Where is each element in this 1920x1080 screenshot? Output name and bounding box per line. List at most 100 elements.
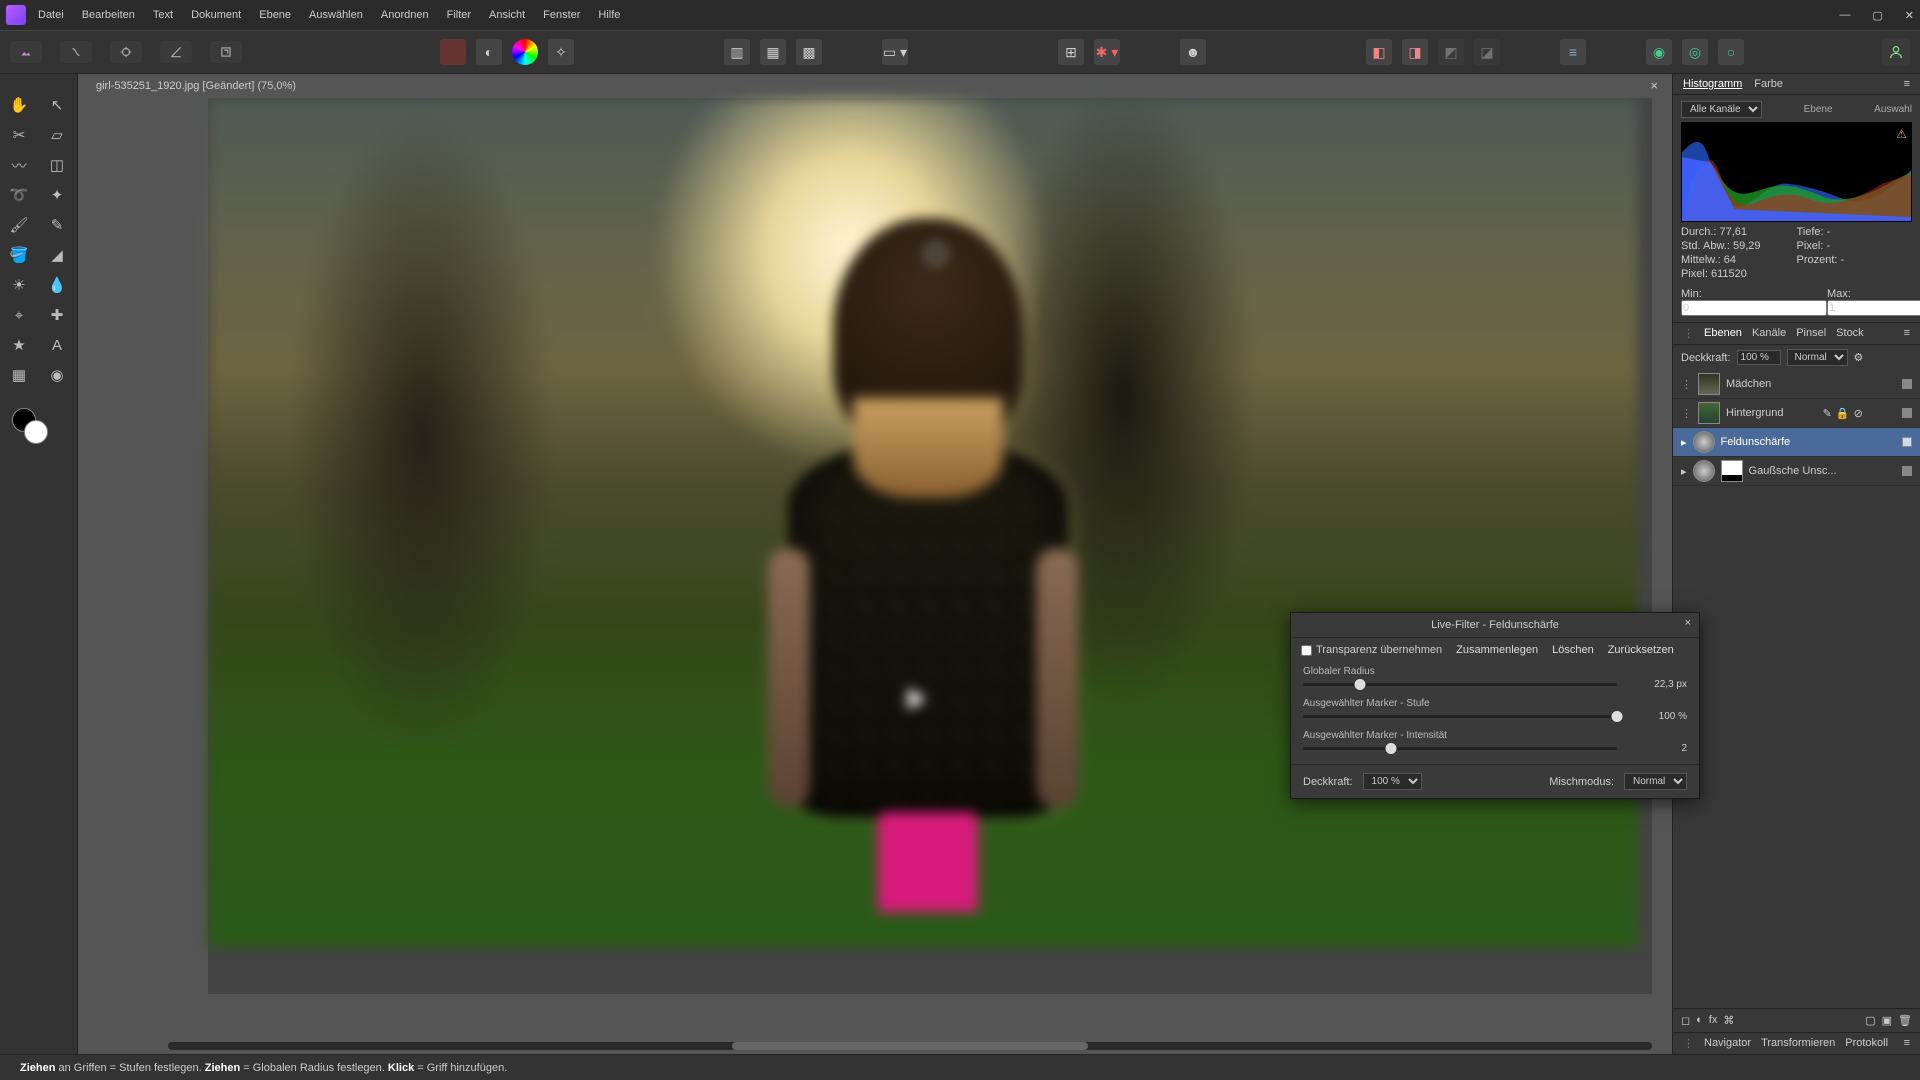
tab-stock[interactable]: Stock (1836, 327, 1864, 340)
insert-inside-icon[interactable]: ◎ (1682, 39, 1708, 65)
histo-min-input[interactable] (1681, 300, 1827, 316)
tab-transformieren[interactable]: Transformieren (1761, 1037, 1835, 1050)
arrange-icon[interactable]: ⊞ (1058, 39, 1084, 65)
add-layer-icon[interactable]: ▢ (1865, 1014, 1875, 1027)
delete-button[interactable]: Löschen (1552, 644, 1594, 656)
align-grid-icon[interactable]: ▩ (796, 39, 822, 65)
delete-layer-icon[interactable]: 🗑 (1898, 1014, 1912, 1027)
insert-target-icon[interactable]: ◉ (1646, 39, 1672, 65)
fx-icon[interactable]: fx (1709, 1014, 1718, 1027)
wand-icon[interactable]: ✧ (548, 39, 574, 65)
pencil-tool-icon[interactable]: ✎ (38, 210, 76, 240)
visibility-toggle[interactable]: ⋮ (1681, 378, 1692, 391)
link-icon[interactable]: ⊘ (1854, 407, 1863, 420)
clone-tool-icon[interactable]: ⌖ (0, 300, 38, 330)
persona-tone-icon[interactable] (160, 41, 192, 63)
order-down-icon[interactable]: ◪ (1474, 39, 1500, 65)
histo-ebene-button[interactable]: Ebene (1804, 104, 1833, 115)
visibility-toggle[interactable]: ⋮ (1681, 407, 1692, 420)
persona-export-icon[interactable] (210, 41, 242, 63)
layer-opacity-input[interactable] (1737, 350, 1781, 365)
reset-button[interactable]: Zurücksetzen (1608, 644, 1674, 656)
snap-dropdown[interactable]: ✱ ▾ (1094, 39, 1120, 65)
menu-fenster[interactable]: Fenster (543, 9, 580, 21)
field-blur-marker[interactable] (926, 244, 946, 264)
canvas[interactable] (208, 98, 1652, 994)
persona-liquify-icon[interactable] (60, 41, 92, 63)
transparency-checkbox[interactable]: Transparenz übernehmen (1301, 644, 1442, 656)
shape-tool-icon[interactable]: ★ (0, 330, 38, 360)
perspective-tool-icon[interactable]: ▱ (38, 120, 76, 150)
blur-tool-icon[interactable]: 💧 (38, 270, 76, 300)
tab-histogramm[interactable]: Histogramm (1683, 78, 1742, 90)
autolevels-icon[interactable]: ◐ (476, 39, 502, 65)
magic-wand-icon[interactable]: ✦ (38, 180, 76, 210)
tab-farbe[interactable]: Farbe (1754, 78, 1783, 90)
menu-datei[interactable]: Datei (38, 9, 64, 21)
color-swatches[interactable] (12, 408, 48, 444)
heal-tool-icon[interactable]: ✚ (38, 300, 76, 330)
insert-behind-icon[interactable]: ○ (1718, 39, 1744, 65)
layer-row-maedchen[interactable]: ⋮ Mädchen (1673, 370, 1920, 399)
menu-hilfe[interactable]: Hilfe (598, 9, 620, 21)
align-left-icon[interactable]: ▥ (724, 39, 750, 65)
text-tool-icon[interactable]: A (38, 330, 76, 360)
window-minimize-icon[interactable]: — (1839, 9, 1850, 22)
bring-front-icon[interactable]: ◧ (1366, 39, 1392, 65)
mesh-tool-icon[interactable]: ▦ (0, 360, 38, 390)
preview-dropdown[interactable]: ▭ ▾ (882, 39, 908, 65)
histo-max-input[interactable] (1827, 300, 1920, 316)
live-filter-dialog[interactable]: Live-Filter - Feldunschärfe × Transparen… (1290, 612, 1700, 799)
menu-anordnen[interactable]: Anordnen (381, 9, 429, 21)
menu-dokument[interactable]: Dokument (191, 9, 241, 21)
assistant-icon[interactable]: ☻ (1180, 39, 1206, 65)
color-picker-icon[interactable]: ◉ (38, 360, 76, 390)
window-maximize-icon[interactable]: ▢ (1872, 9, 1882, 22)
window-close-icon[interactable]: ✕ (1905, 9, 1914, 22)
layer-row-feldunschaerfe[interactable]: ▸ Feldunschärfe (1673, 428, 1920, 457)
layer-visible-checkbox[interactable] (1902, 408, 1912, 418)
tab-ebenen[interactable]: Ebenen (1704, 327, 1742, 340)
menu-bearbeiten[interactable]: Bearbeiten (82, 9, 135, 21)
color-wheel-icon[interactable] (512, 39, 538, 65)
merge-button[interactable]: Zusammenlegen (1456, 644, 1538, 656)
swatch-red-icon[interactable] (440, 39, 466, 65)
expand-toggle-icon[interactable]: ▸ (1681, 436, 1687, 449)
adjustment-icon[interactable]: ◐ (1696, 1014, 1703, 1027)
menu-ebene[interactable]: Ebene (259, 9, 291, 21)
lock-icon[interactable]: 🔒 (1836, 407, 1850, 420)
account-icon[interactable] (1882, 38, 1910, 66)
layer-mask-thumb[interactable] (1721, 460, 1743, 482)
move-tool-icon[interactable]: ↖ (38, 90, 76, 120)
layer-row-gauss[interactable]: ▸ Gaußsche Unsc... (1673, 457, 1920, 486)
menu-text[interactable]: Text (153, 9, 173, 21)
expand-toggle-icon[interactable]: ▸ (1681, 465, 1687, 478)
distribute-icon[interactable]: ≡ (1560, 39, 1586, 65)
blend-mode-select[interactable]: Normal (1787, 349, 1848, 366)
order-up-icon[interactable]: ◩ (1438, 39, 1464, 65)
marquee-tool-icon[interactable]: ◫ (38, 150, 76, 180)
panel-menu-icon[interactable]: ≡ (1904, 1037, 1910, 1050)
dialog-titlebar[interactable]: Live-Filter - Feldunschärfe × (1291, 613, 1699, 638)
dodge-tool-icon[interactable]: ☀ (0, 270, 38, 300)
selection-brush-icon[interactable]: 〰 (0, 150, 38, 180)
tab-protokoll[interactable]: Protokoll (1845, 1037, 1888, 1050)
align-center-icon[interactable]: ▦ (760, 39, 786, 65)
layer-visible-checkbox[interactable] (1902, 466, 1912, 476)
add-pixel-icon[interactable]: ▣ (1882, 1014, 1892, 1027)
horizontal-scrollbar[interactable] (168, 1042, 1652, 1050)
layer-visible-checkbox[interactable] (1902, 379, 1912, 389)
layer-extra-icon[interactable]: ⚙ (1854, 351, 1864, 364)
tab-kanaele[interactable]: Kanäle (1752, 327, 1786, 340)
document-tab[interactable]: girl-535251_1920.jpg [Geändert] (75,0%) (96, 74, 296, 98)
hand-tool-icon[interactable]: ✋ (0, 90, 38, 120)
edit-icon[interactable]: ✎ (1823, 407, 1832, 420)
global-radius-slider[interactable] (1303, 683, 1617, 686)
live-filter-icon[interactable]: ⌘ (1723, 1014, 1734, 1027)
document-close-icon[interactable]: × (1650, 78, 1658, 93)
layers-menu-icon[interactable]: ≡ (1904, 327, 1910, 340)
persona-photo-icon[interactable] (10, 41, 42, 63)
menu-ansicht[interactable]: Ansicht (489, 9, 525, 21)
marker-intensity-slider[interactable] (1303, 747, 1617, 750)
fill-tool-icon[interactable]: 🪣 (0, 240, 38, 270)
